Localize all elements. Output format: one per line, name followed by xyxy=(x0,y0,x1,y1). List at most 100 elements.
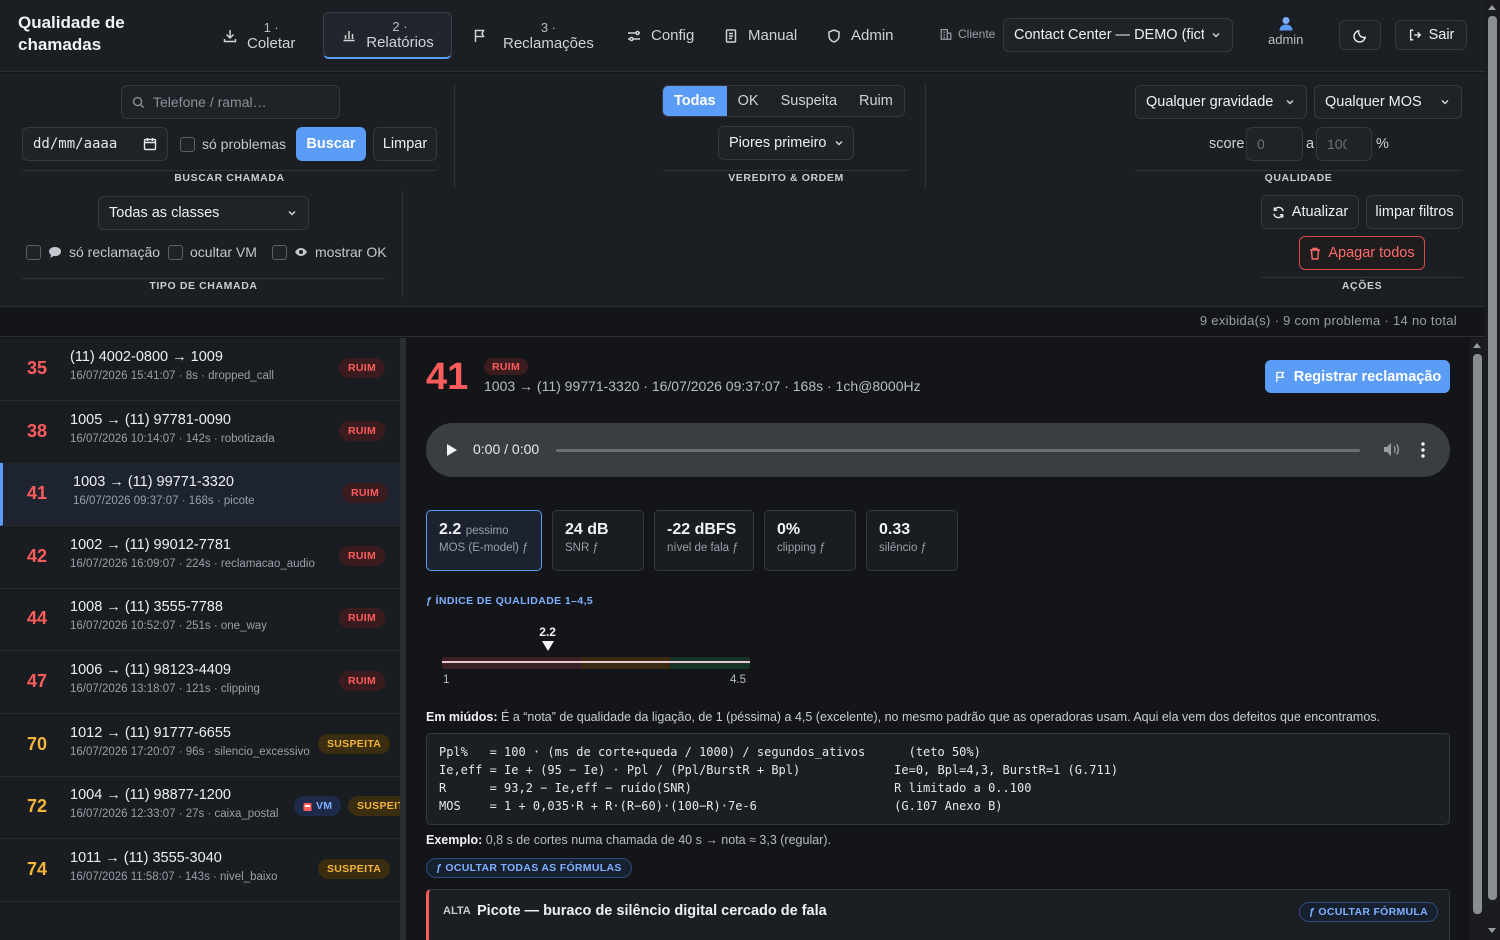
formula-code-block: Ppl% = 100 · (ms de corte+queda / 1000) … xyxy=(426,733,1450,825)
mos-select[interactable]: Qualquer MOS xyxy=(1314,85,1462,119)
metric-snr-value: 24 dB xyxy=(565,521,609,538)
metric-snr[interactable]: 24 dB SNR ƒ xyxy=(552,510,644,571)
scroll-up-icon[interactable] xyxy=(1488,5,1496,10)
tab-ok[interactable]: OK xyxy=(727,86,770,116)
score-max-placeholder: 100 xyxy=(1327,136,1347,152)
theme-toggle-button[interactable] xyxy=(1339,20,1381,50)
delete-all-button[interactable]: Apagar todos xyxy=(1299,236,1425,270)
client-label: Cliente xyxy=(939,27,995,41)
nav-relatorios[interactable]: 2 · Relatórios xyxy=(323,12,452,59)
class-select[interactable]: Todas as classes xyxy=(98,196,309,230)
call-meta: 16/07/2026 15:41:07 · 8s · dropped_call xyxy=(70,370,274,382)
call-list-item[interactable]: 41 1003 → (11) 99771-3320 16/07/2026 09:37… xyxy=(0,463,400,527)
clear-filters-button[interactable]: limpar filtros xyxy=(1366,195,1463,229)
tab-suspeita[interactable]: Suspeita xyxy=(770,86,848,116)
call-list-item[interactable]: 47 1006 → (11) 98123-4409 16/07/2026 13:18… xyxy=(0,651,400,714)
document-icon xyxy=(725,28,737,43)
call-list-item[interactable]: 38 1005 → (11) 97781-0090 16/07/2026 10:14… xyxy=(0,401,400,464)
logout-button[interactable]: Sair xyxy=(1395,20,1467,50)
page-scrollbar[interactable] xyxy=(1485,0,1500,940)
call-list-item[interactable]: 72 1004 → (11) 98877-1200 16/07/2026 12:33… xyxy=(0,776,400,840)
detail-scrollbar-thumb[interactable] xyxy=(1473,354,1482,914)
gauge-zone-fair xyxy=(582,657,670,669)
divider xyxy=(402,191,403,297)
detail-scrollbar[interactable] xyxy=(1470,338,1485,940)
nav-config[interactable]: Config xyxy=(612,12,708,59)
nav-reclamacoes[interactable]: 3 · Reclamações xyxy=(458,12,608,59)
nav-coletar[interactable]: 1 · Coletar xyxy=(208,12,309,59)
scroll-up-icon[interactable] xyxy=(1473,343,1481,348)
call-id: 41 xyxy=(27,483,48,504)
metric-speech-level[interactable]: -22 dBFS nível de fala ƒ xyxy=(654,510,754,571)
tab-ruim[interactable]: Ruim xyxy=(848,86,904,116)
app-brand: Qualidade de chamadas xyxy=(18,12,128,56)
only-problems-checkbox[interactable]: só problemas xyxy=(180,136,286,152)
voicemail-label: VM xyxy=(316,800,333,813)
user-menu[interactable]: admin xyxy=(1268,16,1303,49)
metric-clipping[interactable]: 0% clipping ƒ xyxy=(764,510,856,571)
nav-admin[interactable]: Admin xyxy=(812,12,908,59)
call-id: 44 xyxy=(27,608,48,629)
divider xyxy=(22,278,385,279)
call-list-item[interactable]: 74 1011 → (11) 3555-3040 16/07/2026 11:58:… xyxy=(0,839,400,902)
refresh-icon xyxy=(1272,206,1284,218)
more-options-icon[interactable] xyxy=(1421,442,1425,458)
issue-title: Picote — buraco de silêncio digital cerc… xyxy=(477,903,827,919)
clear-button[interactable]: Limpar xyxy=(373,127,437,161)
hide-vm-box[interactable] xyxy=(168,244,183,260)
nav-manual[interactable]: Manual xyxy=(709,12,811,59)
register-complaint-button[interactable]: Registrar reclamação xyxy=(1265,360,1450,393)
status-text: 9 exibida(s) · 9 com problema · 14 no to… xyxy=(1199,313,1457,328)
client-select[interactable]: Contact Center — DEMO (fictício) xyxy=(1003,18,1233,52)
metric-snr-label: SNR ƒ xyxy=(565,542,599,554)
phone-search-input[interactable]: Telefone / ramal… xyxy=(121,85,340,119)
gauge-bar xyxy=(442,657,750,669)
only-complaint-checkbox[interactable]: só reclamação xyxy=(26,244,160,260)
verdict-badge: SUSPEITA xyxy=(318,858,391,879)
score-max-input[interactable]: 100 xyxy=(1316,127,1372,161)
only-complaint-box[interactable] xyxy=(26,244,41,260)
show-ok-box[interactable] xyxy=(272,244,287,260)
call-title: 1012 → (11) 91777-6655 xyxy=(70,724,231,741)
call-list-item[interactable]: 42 1002 → (11) 99012-7781 16/07/2026 16:09… xyxy=(0,526,400,589)
refresh-button[interactable]: Atualizar xyxy=(1261,195,1359,229)
hide-vm-label: ocultar VM xyxy=(190,244,257,260)
volume-icon[interactable] xyxy=(1383,442,1400,457)
quality-gauge: 2.2 1 4.5 xyxy=(442,623,752,686)
register-complaint-label: Registrar reclamação xyxy=(1293,368,1442,385)
call-list-item[interactable]: 70 1012 → (11) 91777-6655 16/07/2026 17:20… xyxy=(0,714,400,777)
hide-vm-checkbox[interactable]: ocultar VM xyxy=(168,244,257,260)
player-seek-bar[interactable] xyxy=(556,449,1360,452)
call-list-item[interactable]: 35 (11) 4002-0800 → 1009 16/07/2026 15:41:… xyxy=(0,338,400,401)
only-problems-box[interactable] xyxy=(180,136,195,152)
call-title: 1002 → (11) 99012-7781 xyxy=(70,536,231,553)
order-select[interactable]: Piores primeiro xyxy=(718,126,854,160)
flag-icon xyxy=(1275,371,1285,382)
scroll-down-icon[interactable] xyxy=(1488,928,1496,933)
sliders-icon xyxy=(628,30,640,41)
verdict-badge: RUIM xyxy=(339,358,386,378)
hide-all-formulas-button[interactable]: ƒ OCULTAR TODAS AS FÓRMULAS xyxy=(426,858,632,878)
date-input[interactable]: dd/mm/aaaa xyxy=(22,127,168,161)
metric-silence-label: silêncio ƒ xyxy=(879,542,927,554)
hide-formula-button[interactable]: ƒ OCULTAR FÓRMULA xyxy=(1299,902,1439,922)
page-scrollbar-thumb[interactable] xyxy=(1488,16,1497,900)
score-to-label: a xyxy=(1306,136,1315,152)
score-min-input[interactable]: 0 xyxy=(1246,127,1303,161)
metric-mos[interactable]: 2.2 pessimo MOS (E-model) ƒ xyxy=(426,510,542,571)
explain-bold: Em miúdos: xyxy=(426,710,498,724)
call-list-item[interactable]: 44 1008 → (11) 3555-7788 16/07/2026 10:52:… xyxy=(0,588,400,652)
gauge-marker-icon xyxy=(541,641,554,651)
call-id: 70 xyxy=(27,733,48,754)
divider xyxy=(454,83,455,189)
chevron-down-icon xyxy=(1441,99,1449,105)
severity-select[interactable]: Qualquer gravidade xyxy=(1135,85,1307,119)
show-ok-checkbox[interactable]: mostrar OK xyxy=(272,244,387,260)
divider xyxy=(1261,277,1463,278)
chevron-down-icon xyxy=(1286,99,1294,105)
play-icon[interactable] xyxy=(446,443,458,457)
metric-silence[interactable]: 0.33 silêncio ƒ xyxy=(866,510,958,571)
call-id: 35 xyxy=(27,358,48,378)
tab-todas[interactable]: Todas xyxy=(663,86,727,116)
search-button[interactable]: Buscar xyxy=(296,127,366,161)
